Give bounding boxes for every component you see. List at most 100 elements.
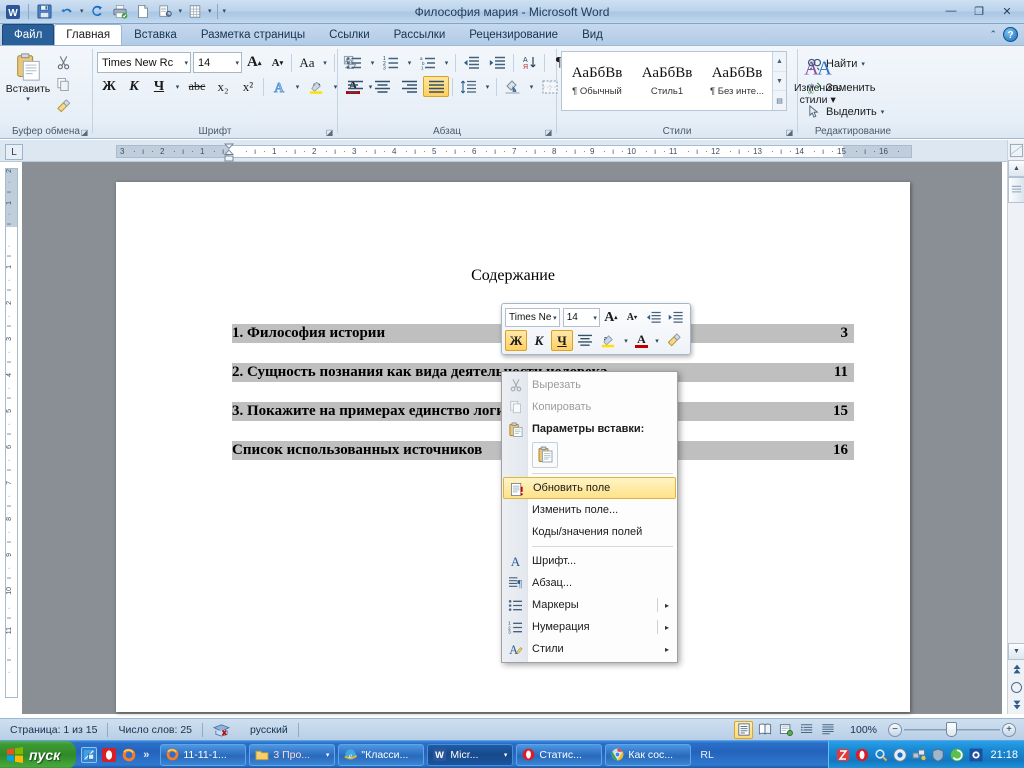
shrink-font-button[interactable]: A▾: [266, 52, 288, 73]
context-menu-item-update-field[interactable]: Обновить поле: [503, 477, 676, 499]
mini-font-name-combo[interactable]: Times Ne ▾: [505, 308, 560, 327]
select-browse-object-button[interactable]: [1008, 678, 1024, 696]
bullets-caret-icon[interactable]: ▾: [367, 52, 378, 73]
start-button[interactable]: пуск: [0, 741, 76, 768]
line-spacing-caret-icon[interactable]: ▾: [482, 76, 493, 97]
multilevel-list-button[interactable]: ab1: [416, 52, 440, 73]
tab-mailings[interactable]: Рассылки: [382, 24, 458, 45]
context-menu-item-font[interactable]: A Шрифт...: [502, 550, 677, 572]
context-menu-numbering-submenu[interactable]: ▸: [657, 620, 669, 634]
window-controls[interactable]: — ❐ ✕: [938, 2, 1020, 20]
context-menu-item-cut[interactable]: Вырезать: [502, 374, 677, 396]
proofing-status-button[interactable]: [203, 721, 240, 739]
change-case-button[interactable]: Aa: [295, 52, 318, 73]
print-preview-icon[interactable]: [156, 2, 176, 22]
context-menu-item-copy[interactable]: Копировать: [502, 396, 677, 418]
tab-file[interactable]: Файл: [2, 24, 54, 45]
paragraph-dialog-launcher[interactable]: ◪: [543, 127, 554, 138]
format-painter-button[interactable]: [52, 96, 74, 117]
horizontal-ruler-track[interactable]: 3·ı· 2·ı· 1·ı ·ı· 1·ı· 2·ı· 3·ı· 4·ı· 5·…: [116, 145, 912, 158]
taskbar-item-folder[interactable]: 3 Про... ▾: [249, 744, 335, 766]
styles-dialog-launcher[interactable]: ◪: [784, 127, 795, 138]
web-layout-view-button[interactable]: [776, 721, 795, 739]
zoom-in-button[interactable]: +: [1002, 723, 1016, 737]
zoom-out-button[interactable]: −: [888, 723, 902, 737]
word-logo-icon[interactable]: W: [3, 2, 23, 22]
shield-tray-icon[interactable]: [930, 747, 945, 762]
zoom-slider[interactable]: [904, 723, 1000, 737]
align-right-button[interactable]: [396, 76, 422, 97]
media-tray-icon[interactable]: [892, 747, 907, 762]
search-tray-icon[interactable]: [873, 747, 888, 762]
superscript-button[interactable]: x²: [236, 76, 260, 97]
paste-button[interactable]: Вставить ▾: [4, 49, 52, 104]
help-icon[interactable]: ?: [1003, 27, 1018, 42]
underline-caret-icon[interactable]: ▾: [172, 76, 183, 97]
draft-view-button[interactable]: [818, 721, 837, 739]
highlight-button[interactable]: ab: [304, 76, 329, 97]
quick-print-icon[interactable]: [110, 2, 130, 22]
full-screen-reading-view-button[interactable]: [755, 721, 774, 739]
shading-caret-icon[interactable]: ▾: [526, 76, 537, 97]
mini-highlight-button[interactable]: ab: [597, 330, 620, 351]
context-menu-item-styles[interactable]: A Стили ▸: [502, 638, 677, 660]
find-caret-icon[interactable]: ▾: [861, 60, 865, 68]
taskbar-group-caret-icon[interactable]: ▾: [504, 751, 508, 759]
style-item-normal[interactable]: АаБбВв ¶ Обычный: [562, 52, 632, 110]
language-indicator[interactable]: русский: [240, 721, 298, 739]
mini-font-color-caret-icon[interactable]: ▾: [652, 330, 662, 351]
save-icon[interactable]: [34, 2, 54, 22]
mini-italic-button[interactable]: К: [528, 330, 550, 351]
antivirus-icon[interactable]: [835, 747, 850, 762]
taskbar-item-internet-explorer[interactable]: e "Класси...: [338, 744, 424, 766]
tab-insert[interactable]: Вставка: [122, 24, 189, 45]
strikethrough-button[interactable]: abc: [184, 76, 210, 97]
align-left-button[interactable]: [342, 76, 368, 97]
cut-button[interactable]: [52, 52, 74, 73]
bullets-button[interactable]: [342, 52, 366, 73]
taskbar-item-firefox[interactable]: 11-11-1...: [160, 744, 246, 766]
customize-qat-icon[interactable]: ▾: [223, 8, 227, 15]
italic-button[interactable]: К: [122, 76, 146, 97]
context-menu-item-paragraph[interactable]: ¶ Абзац...: [502, 572, 677, 594]
taskbar-item-word[interactable]: W Micr... ▾: [427, 744, 513, 766]
style-item-style1[interactable]: АаБбВв Стиль1: [632, 52, 702, 110]
underline-button[interactable]: Ч: [147, 76, 171, 97]
opera-tray-icon[interactable]: [854, 747, 869, 762]
context-menu-item-toggle-field-codes[interactable]: Коды/значения полей: [502, 521, 677, 543]
mini-underline-button[interactable]: Ч: [551, 330, 573, 351]
quick-access-toolbar[interactable]: W ▾ ▾ ▾: [0, 1, 226, 23]
word-count-indicator[interactable]: Число слов: 25: [108, 721, 202, 739]
bold-button[interactable]: Ж: [97, 76, 121, 97]
font-size-caret-icon[interactable]: ▾: [231, 59, 239, 67]
spiral-tray-icon[interactable]: [949, 747, 964, 762]
undo-dropdown-caret[interactable]: ▾: [80, 8, 84, 15]
system-clock[interactable]: 21:18: [987, 749, 1018, 761]
split-window-icon[interactable]: [1008, 141, 1024, 159]
align-center-button[interactable]: [369, 76, 395, 97]
mini-font-size-combo[interactable]: 14 ▾: [563, 308, 600, 327]
mini-font-color-button[interactable]: A: [632, 330, 651, 351]
close-button[interactable]: ✕: [994, 2, 1020, 20]
minimize-button[interactable]: —: [938, 2, 964, 20]
copy-button[interactable]: [52, 74, 74, 95]
restore-button[interactable]: ❐: [966, 2, 992, 20]
quick-launch-overflow-icon[interactable]: »: [141, 749, 151, 761]
style-item-no-spacing[interactable]: АаБбВв ¶ Без инте...: [702, 52, 772, 110]
mini-format-painter-button[interactable]: [663, 330, 685, 351]
replace-button[interactable]: abac Заменить: [802, 77, 889, 99]
text-effects-caret-icon[interactable]: ▾: [292, 76, 303, 97]
bluetooth-tray-icon[interactable]: [968, 747, 983, 762]
numbering-caret-icon[interactable]: ▾: [404, 52, 415, 73]
mini-increase-indent-button[interactable]: [665, 307, 687, 328]
insert-table-icon[interactable]: [185, 2, 205, 22]
paste-keep-source-formatting-button[interactable]: [532, 442, 558, 468]
change-case-caret-icon[interactable]: ▾: [320, 52, 331, 73]
opera-icon[interactable]: [101, 747, 117, 763]
context-menu-paste-options-row[interactable]: [502, 440, 677, 470]
styles-scroll-up-icon[interactable]: ▲: [773, 52, 786, 72]
firefox-icon[interactable]: [121, 747, 137, 763]
styles-more-icon[interactable]: ▤: [773, 91, 786, 110]
new-document-icon[interactable]: [133, 2, 153, 22]
mini-decrease-indent-button[interactable]: [643, 307, 665, 328]
